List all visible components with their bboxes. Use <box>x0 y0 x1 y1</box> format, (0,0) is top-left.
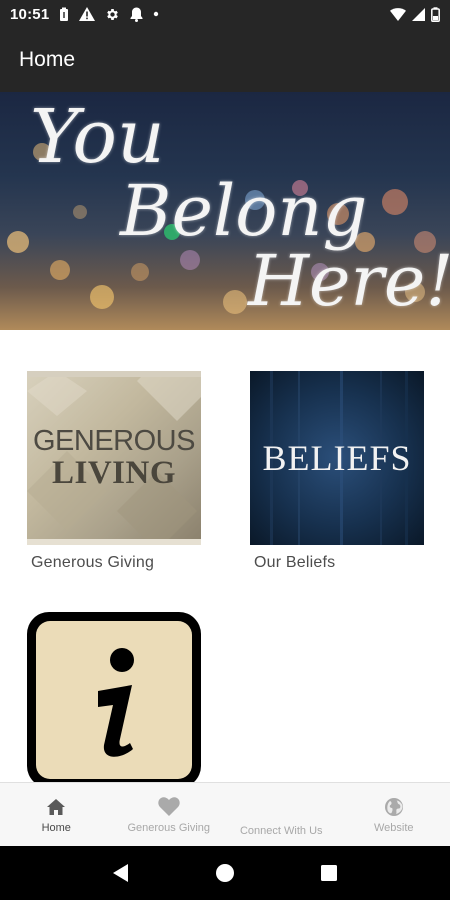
home-icon <box>46 796 66 818</box>
info-image <box>27 612 201 788</box>
generous-image-text-2: LIVING <box>51 455 177 491</box>
nav-label-connect-with-us: Connect With Us <box>239 825 323 837</box>
status-time: 10:51 <box>10 5 50 23</box>
settings-icon <box>105 7 120 22</box>
recents-icon[interactable] <box>320 864 338 882</box>
hero-text-line3: Here! <box>248 240 450 322</box>
tile-info[interactable] <box>27 612 201 788</box>
system-navigation-bar <box>0 846 450 900</box>
globe-icon <box>384 796 404 818</box>
tile-our-beliefs[interactable]: BELIEFS Our Beliefs <box>250 371 424 572</box>
dot-icon <box>153 11 159 17</box>
wifi-icon <box>390 7 406 21</box>
info-glyph <box>98 648 134 757</box>
battery-saver-icon <box>59 7 69 22</box>
status-right-icons <box>390 6 440 22</box>
heart-icon <box>158 796 180 818</box>
home-circle-icon[interactable] <box>215 863 235 883</box>
screen: 10:51 Home You Belong Here! GENEROUS LIV… <box>0 0 450 900</box>
bottom-navigation: Home Generous Giving Connect With Us Web… <box>0 782 450 846</box>
nav-label-generous-giving: Generous Giving <box>127 821 211 834</box>
nav-website[interactable]: Website <box>338 783 450 846</box>
status-bar: 10:51 <box>0 0 450 28</box>
tile-generous-giving[interactable]: GENEROUS LIVING Generous Giving <box>27 371 201 572</box>
status-left-icons <box>59 7 159 22</box>
battery-icon <box>431 6 440 22</box>
nav-generous-giving[interactable]: Generous Giving <box>113 783 226 846</box>
back-icon[interactable] <box>112 863 130 883</box>
generous-image-text-1: GENEROUS <box>33 425 195 457</box>
page-title: Home <box>19 48 76 71</box>
tile-label: Our Beliefs <box>254 554 336 571</box>
nav-label-website: Website <box>373 821 414 834</box>
nav-connect-with-us[interactable]: Connect With Us <box>225 783 338 846</box>
beliefs-image: BELIEFS <box>250 371 424 545</box>
hero-banner: You Belong Here! <box>0 92 450 330</box>
tile-label: Generous Giving <box>31 554 155 571</box>
nav-home[interactable]: Home <box>0 783 113 846</box>
alert-icon <box>79 7 96 21</box>
hero-text-line1: You <box>30 94 165 180</box>
generous-living-image: GENEROUS LIVING <box>27 371 201 545</box>
beliefs-image-text: BELIEFS <box>262 438 412 478</box>
cellular-icon <box>412 7 425 21</box>
info-icon <box>36 621 192 779</box>
nav-label-home: Home <box>41 821 71 834</box>
app-bar: Home <box>0 28 450 92</box>
notification-icon <box>130 7 143 22</box>
